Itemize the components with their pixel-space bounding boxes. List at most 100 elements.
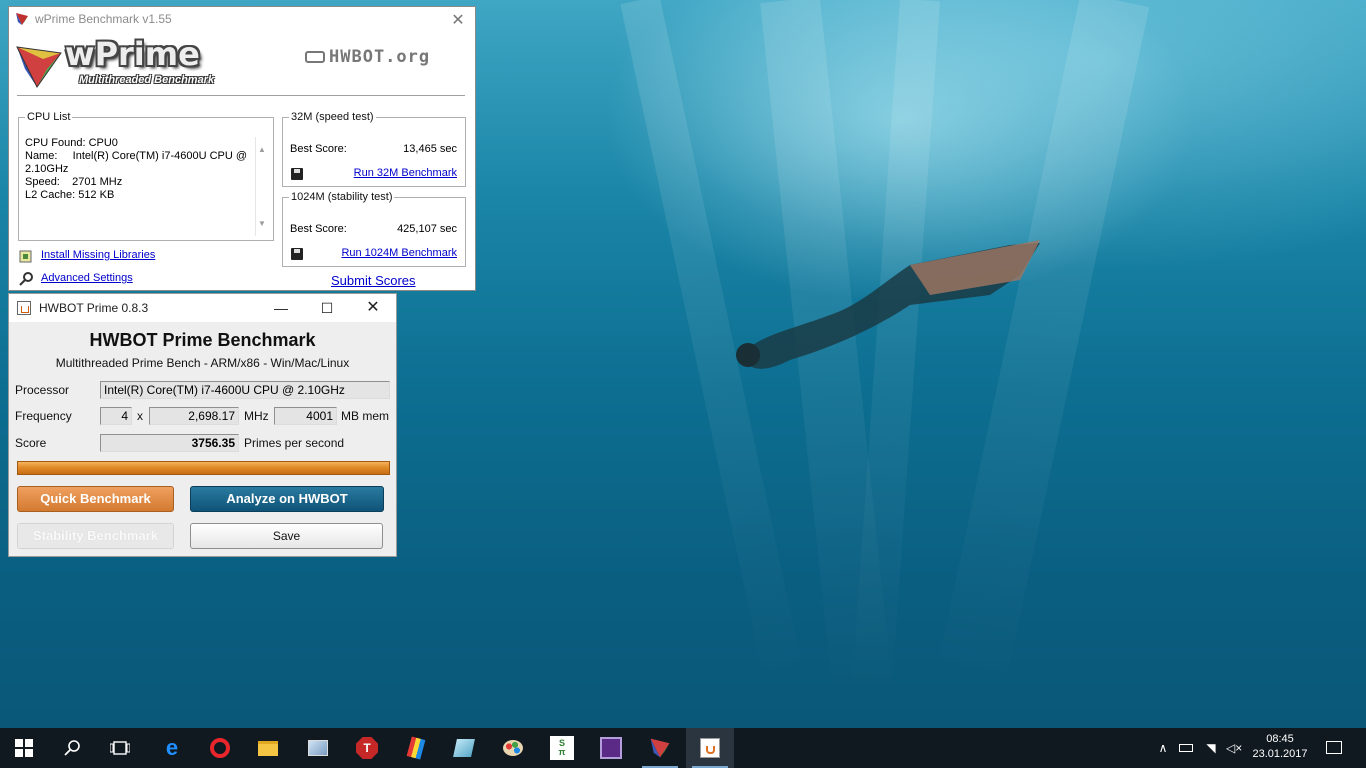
scroll-down-icon[interactable]: ▼ — [258, 217, 266, 230]
run-1024m-link[interactable]: Run 1024M Benchmark — [341, 247, 457, 259]
t-app-icon: T — [356, 737, 378, 759]
run-32m-link[interactable]: Run 32M Benchmark — [354, 167, 457, 179]
stability-benchmark-button: Stability Benchmark — [17, 523, 174, 549]
scroll-up-icon[interactable]: ▲ — [258, 143, 266, 156]
chevron-up-icon[interactable]: ∧ — [1155, 740, 1171, 756]
clock[interactable]: 08:45 23.01.2017 — [1252, 732, 1308, 762]
mhz-unit: MHz — [244, 409, 269, 423]
processor-field: Intel(R) Core(TM) i7-4600U CPU @ 2.10GHz — [100, 381, 390, 399]
search-button[interactable] — [48, 728, 96, 768]
wprime-app-icon — [16, 13, 28, 25]
wprime-brand: wPrime — [65, 35, 200, 73]
hwbot-logo-text: HWBOT.org — [329, 47, 431, 67]
wprime-brand-sub: Multithreaded Benchmark — [79, 74, 215, 86]
wprime-titlebar[interactable]: wPrime Benchmark v1.55 — [9, 7, 475, 31]
benchmark-subheading: Multithreaded Prime Bench - ARM/x86 - Wi… — [55, 356, 350, 370]
control-panel-icon — [307, 737, 329, 759]
taskbar-app-wprime[interactable] — [636, 728, 684, 768]
taskbar: e T Sπ ∧ ◥ ◁× 08:45 23.01.2017 — [0, 728, 1366, 768]
close-icon[interactable]: ✕ — [350, 294, 396, 322]
start-icon — [15, 739, 33, 757]
taskbar-app-notes[interactable] — [440, 728, 488, 768]
wrench-icon — [19, 272, 33, 286]
taskbar-app-opera[interactable] — [196, 728, 244, 768]
cpu-list-group: CPU List CPU Found: CPU0 Name: Intel(R) … — [18, 111, 274, 241]
task-view-button[interactable] — [96, 728, 144, 768]
cores-field: 4 — [100, 407, 132, 425]
maximize-icon[interactable]: ☐ — [304, 294, 350, 322]
taskbar-app-cpuz[interactable] — [587, 728, 635, 768]
opera-icon — [209, 737, 231, 759]
notifications-icon[interactable] — [1326, 740, 1344, 756]
clock-date: 23.01.2017 — [1252, 748, 1308, 760]
cpu-line: L2 Cache: 512 KB — [25, 189, 115, 201]
divider — [17, 95, 465, 96]
cpu-line: Name: Intel(R) Core(TM) i7-4600U CPU @ — [25, 150, 248, 162]
taskbar-app-explorer[interactable] — [244, 728, 292, 768]
close-icon[interactable]: ✕ — [449, 10, 467, 30]
stability-test-legend: 1024M (stability test) — [291, 191, 393, 203]
start-button[interactable] — [0, 728, 48, 768]
wprime-icon — [650, 738, 670, 758]
hwbot-prime-window: HWBOT Prime 0.8.3 — ☐ ✕ HWBOT Prime Benc… — [8, 293, 397, 557]
cpu-list-box[interactable]: CPU Found: CPU0 Name: Intel(R) Core(TM) … — [25, 137, 269, 236]
superpi-icon: Sπ — [550, 736, 574, 760]
analyze-on-hwbot-button[interactable]: Analyze on HWBOT — [190, 486, 384, 512]
java-icon — [699, 737, 721, 759]
quick-benchmark-button[interactable]: Quick Benchmark — [17, 486, 174, 512]
times-label: x — [137, 409, 143, 423]
minimize-icon[interactable]: — — [258, 294, 304, 322]
cpu-list-legend: CPU List — [27, 111, 71, 123]
taskbar-app-edge[interactable]: e — [148, 728, 196, 768]
search-icon — [64, 740, 80, 756]
taskbar-app-superpi[interactable]: Sπ — [538, 728, 586, 768]
save-disk-icon[interactable] — [291, 248, 303, 260]
save-button[interactable]: Save — [190, 523, 383, 549]
diver-image — [736, 240, 1040, 369]
stability-test-group: 1024M (stability test) Best Score: 425,1… — [282, 191, 466, 267]
speed-test-legend: 32M (speed test) — [291, 111, 374, 123]
install-missing-libraries-link[interactable]: Install Missing Libraries — [41, 249, 155, 261]
hwbot-prime-titlebar[interactable]: HWBOT Prime 0.8.3 — ☐ ✕ — [9, 294, 396, 322]
taskbar-app-t[interactable]: T — [343, 728, 391, 768]
scrollbar[interactable]: ▲ ▼ — [255, 137, 269, 236]
best-score-label: Best Score: — [290, 223, 347, 235]
task-view-icon — [110, 741, 130, 755]
save-disk-icon[interactable] — [291, 168, 303, 180]
wprime-logo-icon — [16, 46, 62, 88]
frequency-label: Frequency — [15, 409, 72, 423]
battery-icon[interactable] — [1179, 740, 1195, 756]
taskbar-app-control-panel[interactable] — [294, 728, 342, 768]
progress-fill — [18, 462, 389, 474]
benchmark-heading: HWBOT Prime Benchmark — [89, 330, 316, 350]
score-unit: Primes per second — [244, 436, 345, 450]
hwbot-robot-icon — [305, 51, 325, 63]
file-explorer-icon — [257, 737, 279, 759]
best-score-value: 425,107 sec — [397, 223, 457, 235]
advanced-settings-link[interactable]: Advanced Settings — [41, 272, 133, 284]
paint-palette-icon — [502, 737, 524, 759]
score-field: 3756.35 — [100, 434, 239, 452]
hwbot-prime-title: HWBOT Prime 0.8.3 — [39, 301, 149, 315]
wifi-icon[interactable]: ◥ — [1203, 740, 1219, 756]
memory-field: 4001 — [274, 407, 337, 425]
taskbar-app-paint[interactable] — [489, 728, 537, 768]
install-package-icon — [19, 250, 32, 263]
score-label: Score — [15, 436, 47, 450]
cpu-line: Speed: 2701 MHz — [25, 176, 123, 188]
speed-test-group: 32M (speed test) Best Score: 13,465 sec … — [282, 111, 466, 187]
taskbar-app-tools[interactable] — [392, 728, 440, 768]
submit-scores-link[interactable]: Submit Scores — [331, 273, 416, 288]
processor-label: Processor — [15, 383, 70, 397]
volume-muted-icon[interactable]: ◁× — [1226, 740, 1242, 756]
taskbar-app-java[interactable] — [686, 728, 734, 768]
best-score-label: Best Score: — [290, 143, 347, 155]
hwbot-logo: HWBOT.org — [305, 47, 430, 67]
memory-unit: MB mem — [341, 409, 389, 423]
clock-time: 08:45 — [1266, 733, 1294, 745]
mhz-field: 2,698.17 — [149, 407, 239, 425]
java-icon — [17, 301, 31, 315]
cpu-line: CPU Found: CPU0 — [25, 137, 118, 149]
benchmark-progress-bar — [17, 461, 390, 475]
wprime-title: wPrime Benchmark v1.55 — [35, 12, 172, 26]
